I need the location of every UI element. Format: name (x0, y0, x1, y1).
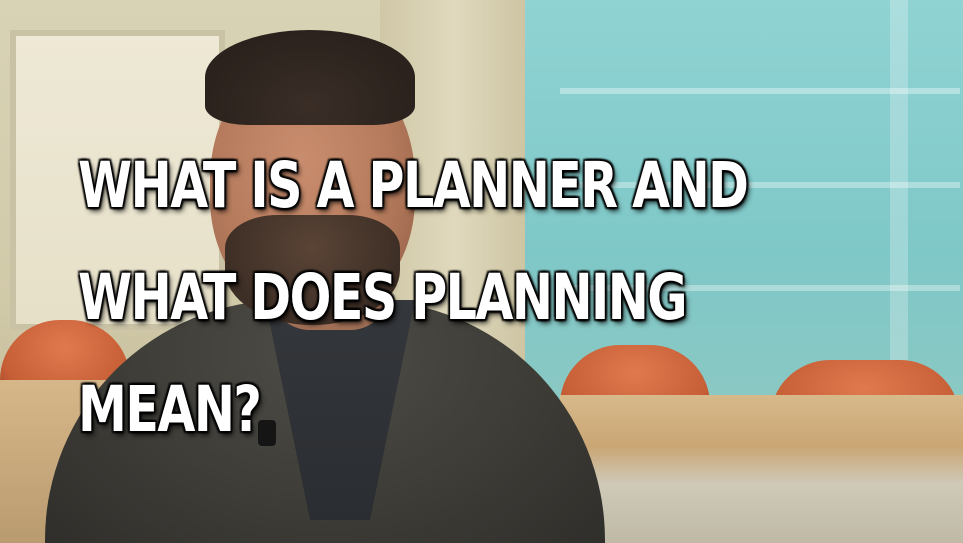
video-frame: WHAT IS A PLANNER AND WHAT DOES PLANNING… (0, 0, 963, 543)
caption-line: MEAN? (78, 373, 262, 446)
caption-overlay: WHAT IS A PLANNER AND WHAT DOES PLANNING… (78, 130, 749, 466)
caption-line: WHAT IS A PLANNER AND (78, 149, 749, 222)
person-hair (205, 30, 415, 125)
caption-line: WHAT DOES PLANNING (78, 261, 688, 334)
window-post (890, 0, 908, 420)
